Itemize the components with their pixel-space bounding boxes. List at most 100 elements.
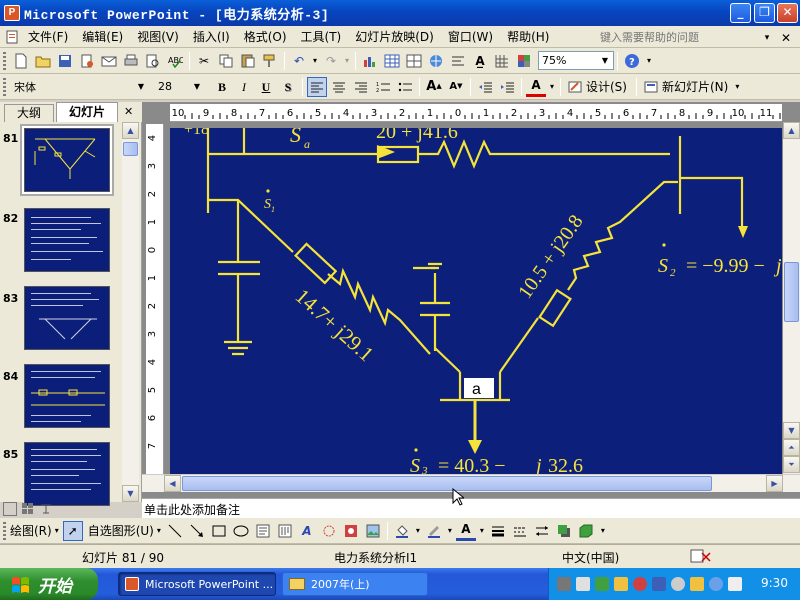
scroll-up-icon[interactable]: ▲ [122, 122, 139, 139]
oval-icon[interactable] [231, 521, 251, 541]
arrow-style-icon[interactable] [532, 521, 552, 541]
shadow-button[interactable]: S [278, 77, 298, 97]
line-style-icon[interactable] [488, 521, 508, 541]
font-color-icon[interactable]: A [526, 77, 546, 97]
slide-thumbnail-81[interactable] [24, 128, 110, 192]
taskbar-item-powerpoint[interactable]: Microsoft PowerPoint ... [118, 572, 276, 596]
fill-color-dropdown-icon[interactable]: ▾ [414, 521, 422, 541]
font-size-combo[interactable]: 28 ▼ [154, 77, 206, 96]
autoshapes-dropdown-icon[interactable]: ▾ [155, 521, 163, 541]
normal-view-icon[interactable] [3, 502, 17, 516]
menu-edit[interactable]: 编辑(E) [75, 28, 130, 45]
draw-dropdown-icon[interactable]: ▾ [53, 521, 61, 541]
clip-art-icon[interactable] [341, 521, 361, 541]
menu-insert[interactable]: 插入(I) [186, 28, 237, 45]
help-dropdown-icon[interactable]: ▾ [757, 28, 777, 48]
scroll-thumb[interactable] [784, 262, 799, 322]
spelling-icon[interactable]: ABC [165, 51, 185, 71]
underline-button[interactable]: U [256, 77, 276, 97]
display-icon[interactable] [652, 577, 666, 591]
network-icon[interactable] [595, 577, 609, 591]
rectangle-icon[interactable] [209, 521, 229, 541]
scroll-down-icon[interactable]: ▼ [783, 422, 800, 439]
align-left-icon[interactable] [307, 76, 327, 97]
text-box-icon[interactable] [253, 521, 273, 541]
toolbar-grip[interactable] [3, 521, 6, 540]
show-formatting-icon[interactable]: A̲ [470, 51, 490, 71]
font-name-dropdown-icon[interactable]: ▼ [134, 79, 148, 94]
hscroll-thumb[interactable] [182, 476, 712, 491]
menu-window[interactable]: 窗口(W) [441, 28, 500, 45]
close-document-button[interactable]: ✕ [776, 28, 796, 48]
color-grayscale-icon[interactable] [514, 51, 534, 71]
show-grid-icon[interactable] [492, 51, 512, 71]
zoom-dropdown-icon[interactable]: ▼ [598, 53, 612, 68]
slide-thumbnail-83[interactable] [24, 286, 110, 350]
keyboard-icon[interactable] [557, 577, 571, 591]
scroll-right-icon[interactable]: ▶ [766, 475, 783, 492]
font-size-dropdown-icon[interactable]: ▼ [190, 79, 204, 94]
decrease-indent-icon[interactable] [475, 77, 495, 97]
thumbnail-scrollbar[interactable]: ▲ ▼ [122, 122, 139, 502]
cut-icon[interactable]: ✂ [194, 51, 214, 71]
autoshapes-button[interactable]: 自选图形(U) [88, 522, 154, 539]
insert-picture-icon[interactable] [363, 521, 383, 541]
print-icon[interactable] [121, 51, 141, 71]
bold-button[interactable]: B [212, 77, 232, 97]
decrease-font-size-icon[interactable]: A ▼ [446, 77, 466, 97]
paste-icon[interactable] [238, 51, 258, 71]
font-color-draw-icon[interactable]: A [455, 521, 476, 541]
toolbar-grip[interactable] [3, 77, 6, 96]
slide-canvas[interactable]: +18 S a 20 + j41.6 S 1 14.7+ j29.1 10.5 … [170, 128, 782, 474]
help-search-input[interactable] [600, 28, 720, 46]
slide-scrollbar[interactable]: ▲ ▼ ⏶ ⏷ [783, 122, 800, 474]
align-center-icon[interactable] [329, 77, 349, 97]
restore-button[interactable]: ❐ [754, 3, 775, 23]
toolbar-options-icon[interactable]: ▾ [644, 51, 654, 71]
taskbar-item-folder[interactable]: 2007年(上) [282, 572, 428, 596]
redo-dropdown-icon[interactable]: ▾ [343, 51, 351, 71]
horizontal-scrollbar[interactable]: ◀ ▶ [142, 474, 800, 492]
design-icon[interactable] [565, 77, 585, 97]
insert-hyperlink-icon[interactable] [426, 51, 446, 71]
slide-thumbnail-82[interactable] [24, 208, 110, 272]
font-name-combo[interactable]: 宋体 ▼ [10, 77, 150, 96]
permission-icon[interactable] [77, 51, 97, 71]
line-color-icon[interactable] [424, 521, 444, 541]
new-icon[interactable] [11, 51, 31, 71]
menu-format[interactable]: 格式(O) [237, 28, 294, 45]
new-slide-button[interactable]: 新幻灯片(N) [662, 78, 728, 95]
security-icon[interactable] [633, 577, 647, 591]
zoom-combo[interactable]: 75% ▼ [538, 51, 614, 70]
tray-app-icon[interactable] [614, 577, 628, 591]
format-toolbar-options-icon[interactable]: ▾ [732, 77, 742, 97]
arrow-icon[interactable] [187, 521, 207, 541]
wordart-icon[interactable]: A [297, 521, 317, 541]
tools-tray-icon[interactable] [690, 577, 704, 591]
vertical-text-box-icon[interactable] [275, 521, 295, 541]
font-color-draw-dropdown-icon[interactable]: ▾ [478, 521, 486, 541]
notes-pane[interactable]: 单击此处添加备注 [142, 498, 800, 518]
tab-slides[interactable]: 幻灯片 [56, 102, 118, 122]
redo-icon[interactable]: ↷ [321, 51, 341, 71]
insert-chart-icon[interactable] [360, 51, 380, 71]
help-icon[interactable]: ? [622, 51, 642, 71]
pen-icon[interactable] [576, 577, 590, 591]
sync-icon[interactable] [709, 577, 723, 591]
scroll-up-icon[interactable]: ▲ [783, 122, 800, 139]
spelling-status-icon[interactable] [690, 548, 712, 564]
save-icon[interactable] [55, 51, 75, 71]
menu-slideshow[interactable]: 幻灯片放映(D) [348, 28, 441, 45]
expand-all-icon[interactable] [448, 51, 468, 71]
3d-style-icon[interactable] [576, 521, 596, 541]
open-icon[interactable] [33, 51, 53, 71]
dash-style-icon[interactable] [510, 521, 530, 541]
help-tray-icon[interactable] [671, 577, 685, 591]
slide-thumbnail-84[interactable] [24, 364, 110, 428]
vertical-ruler[interactable]: 4 3 2 1 0 1 2 3 4 5 6 7 [146, 124, 164, 474]
format-painter-icon[interactable] [260, 51, 280, 71]
shadow-style-icon[interactable] [554, 521, 574, 541]
powerpoint-app-icon[interactable]: P [4, 5, 20, 21]
undo-icon[interactable]: ↶ [289, 51, 309, 71]
next-slide-icon[interactable]: ⏷ [783, 456, 800, 473]
